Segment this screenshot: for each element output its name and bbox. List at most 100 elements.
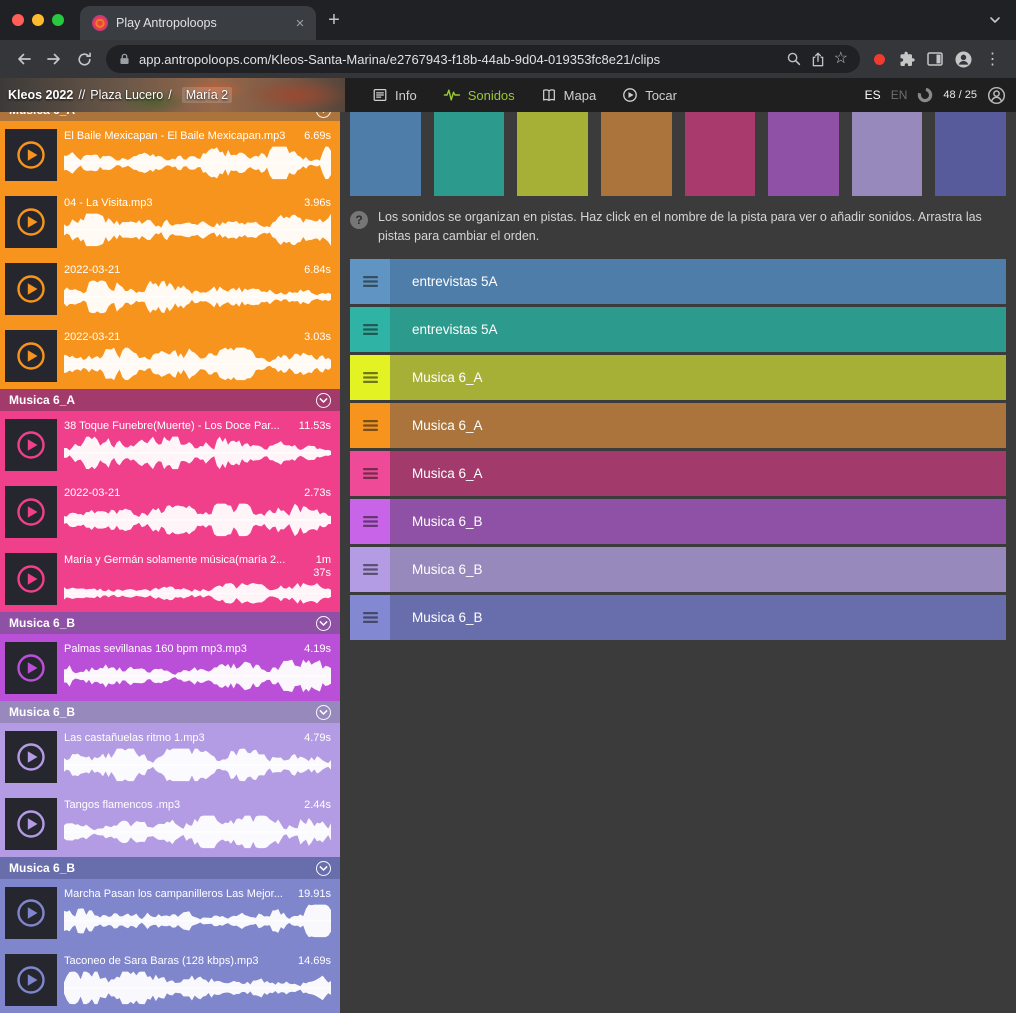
track-name-bar[interactable]: entrevistas 5A <box>390 259 1006 304</box>
track-color-swatch[interactable] <box>852 112 923 196</box>
browser-menu-icon[interactable]: ⋮ <box>979 46 1006 73</box>
reload-button[interactable] <box>70 45 98 73</box>
track-drag-handle-icon[interactable] <box>350 355 390 400</box>
share-icon[interactable] <box>810 51 826 68</box>
track-drag-handle-icon[interactable] <box>350 259 390 304</box>
chevron-down-icon[interactable] <box>316 112 331 118</box>
play-button[interactable] <box>5 263 57 315</box>
forward-button[interactable] <box>40 45 68 73</box>
play-circle-icon <box>622 87 638 103</box>
track-row[interactable]: Musica 6_A <box>350 355 1006 400</box>
track-section-header[interactable]: Musica 6_B <box>0 612 340 634</box>
lock-icon[interactable] <box>118 52 131 66</box>
track-color-swatch[interactable] <box>517 112 588 196</box>
url-text[interactable]: app.antropoloops.com/Kleos-Santa-Marina/… <box>139 52 778 67</box>
tab-search-chevron-icon[interactable] <box>982 13 1008 27</box>
clip[interactable]: Taconeo de Sara Baras (128 kbps).mp314.6… <box>0 946 340 1013</box>
clip-waveform <box>64 502 331 538</box>
track-row[interactable]: Musica 6_B <box>350 499 1006 544</box>
track-color-swatch[interactable] <box>601 112 672 196</box>
clip[interactable]: 2022-03-212.73s <box>0 478 340 545</box>
track-drag-handle-icon[interactable] <box>350 403 390 448</box>
new-tab-button[interactable]: + <box>320 6 348 34</box>
nav-tab-sonidos[interactable]: Sonidos <box>430 78 528 112</box>
side-panel-icon[interactable] <box>921 46 948 73</box>
account-icon[interactable] <box>987 86 1006 105</box>
track-drag-handle-icon[interactable] <box>350 499 390 544</box>
nav-tab-mapa[interactable]: Mapa <box>528 78 610 112</box>
header-right: ES EN 48 / 25 <box>865 78 1016 112</box>
extensions-puzzle-icon[interactable] <box>892 46 919 73</box>
browser-tab[interactable]: Play Antropoloops × <box>80 6 316 40</box>
play-button[interactable] <box>5 553 57 605</box>
map-book-icon <box>541 87 557 103</box>
track-row[interactable]: entrevistas 5A <box>350 307 1006 352</box>
play-button[interactable] <box>5 798 57 850</box>
track-section-header[interactable]: Musica 6_A <box>0 112 340 121</box>
track-name-bar[interactable]: Musica 6_B <box>390 595 1006 640</box>
clip[interactable]: 38 Toque Funebre(Muerte) - Los Doce Par.… <box>0 411 340 478</box>
bookmark-star-icon[interactable]: ☆ <box>834 51 848 67</box>
play-button[interactable] <box>5 129 57 181</box>
track-name-bar[interactable]: Musica 6_A <box>390 355 1006 400</box>
play-button[interactable] <box>5 642 57 694</box>
close-tab-icon[interactable]: × <box>292 15 308 32</box>
clip[interactable]: 2022-03-213.03s <box>0 322 340 389</box>
track-row[interactable]: Musica 6_A <box>350 403 1006 448</box>
project-breadcrumb[interactable]: Kleos 2022 // Plaza Lucero / María 2 <box>0 78 345 112</box>
track-section-header[interactable]: Musica 6_A <box>0 389 340 411</box>
chevron-down-icon[interactable] <box>316 616 331 631</box>
lang-es-button[interactable]: ES <box>865 88 881 102</box>
play-button[interactable] <box>5 419 57 471</box>
track-name-bar[interactable]: Musica 6_A <box>390 403 1006 448</box>
track-color-swatch[interactable] <box>434 112 505 196</box>
clip[interactable]: 2022-03-216.84s <box>0 255 340 322</box>
clip[interactable]: El Baile Mexicapan - El Baile Mexicapan.… <box>0 121 340 188</box>
clip[interactable]: Las castañuelas ritmo 1.mp34.79s <box>0 723 340 790</box>
recording-indicator-icon[interactable] <box>868 54 890 65</box>
minimize-window-button[interactable] <box>32 14 44 26</box>
maximize-window-button[interactable] <box>52 14 64 26</box>
clip[interactable]: Palmas sevillanas 160 bpm mp3.mp34.19s <box>0 634 340 701</box>
play-button[interactable] <box>5 486 57 538</box>
track-drag-handle-icon[interactable] <box>350 307 390 352</box>
track-name-bar[interactable]: entrevistas 5A <box>390 307 1006 352</box>
track-row[interactable]: entrevistas 5A <box>350 259 1006 304</box>
clip[interactable]: Marcha Pasan los campanilleros Las Mejor… <box>0 879 340 946</box>
track-drag-handle-icon[interactable] <box>350 547 390 592</box>
track-color-swatch[interactable] <box>350 112 421 196</box>
play-button[interactable] <box>5 196 57 248</box>
clip[interactable]: Tangos flamencos .mp32.44s <box>0 790 340 857</box>
track-color-swatch[interactable] <box>768 112 839 196</box>
track-name-bar[interactable]: Musica 6_B <box>390 499 1006 544</box>
nav-tab-tocar[interactable]: Tocar <box>609 78 690 112</box>
track-color-swatch[interactable] <box>685 112 756 196</box>
chevron-down-icon[interactable] <box>316 393 331 408</box>
profile-avatar[interactable] <box>950 46 977 73</box>
chevron-down-icon[interactable] <box>316 861 331 876</box>
track-row[interactable]: Musica 6_A <box>350 451 1006 496</box>
clip[interactable]: María y Germán solamente música(maría 2.… <box>0 545 340 612</box>
back-button[interactable] <box>10 45 38 73</box>
play-button[interactable] <box>5 887 57 939</box>
play-button[interactable] <box>5 954 57 1006</box>
track-color-swatch[interactable] <box>935 112 1006 196</box>
nav-tab-info[interactable]: Info <box>359 78 430 112</box>
address-bar[interactable]: app.antropoloops.com/Kleos-Santa-Marina/… <box>106 45 860 73</box>
track-drag-handle-icon[interactable] <box>350 595 390 640</box>
track-list: entrevistas 5Aentrevistas 5AMusica 6_AMu… <box>350 259 1006 643</box>
play-button[interactable] <box>5 731 57 783</box>
lang-en-button[interactable]: EN <box>891 88 908 102</box>
play-button[interactable] <box>5 330 57 382</box>
track-section-header[interactable]: Musica 6_B <box>0 857 340 879</box>
track-drag-handle-icon[interactable] <box>350 451 390 496</box>
chevron-down-icon[interactable] <box>316 705 331 720</box>
track-section-header[interactable]: Musica 6_B <box>0 701 340 723</box>
track-row[interactable]: Musica 6_B <box>350 595 1006 640</box>
track-row[interactable]: Musica 6_B <box>350 547 1006 592</box>
zoom-icon[interactable] <box>786 51 802 67</box>
close-window-button[interactable] <box>12 14 24 26</box>
track-name-bar[interactable]: Musica 6_B <box>390 547 1006 592</box>
clip[interactable]: 04 - La Visita.mp33.96s <box>0 188 340 255</box>
track-name-bar[interactable]: Musica 6_A <box>390 451 1006 496</box>
